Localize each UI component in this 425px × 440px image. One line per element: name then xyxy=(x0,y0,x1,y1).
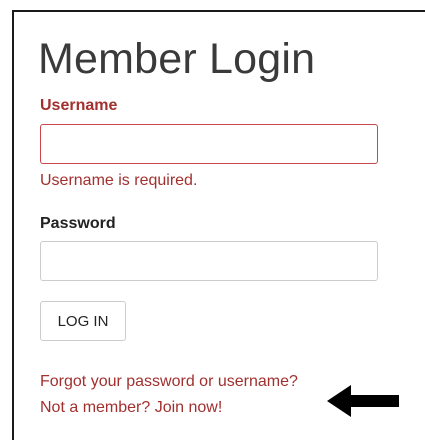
password-input[interactable] xyxy=(40,241,378,281)
page-title: Member Login xyxy=(38,35,316,83)
login-button[interactable]: LOG IN xyxy=(40,301,126,341)
username-error-message: Username is required. xyxy=(40,172,198,189)
username-label: Username xyxy=(40,97,118,114)
arrow-left-icon xyxy=(327,385,399,417)
password-label: Password xyxy=(40,215,116,232)
username-input[interactable] xyxy=(40,124,378,164)
forgot-password-link[interactable]: Forgot your password or username? xyxy=(40,372,298,392)
join-now-link[interactable]: Not a member? Join now! xyxy=(40,398,222,418)
